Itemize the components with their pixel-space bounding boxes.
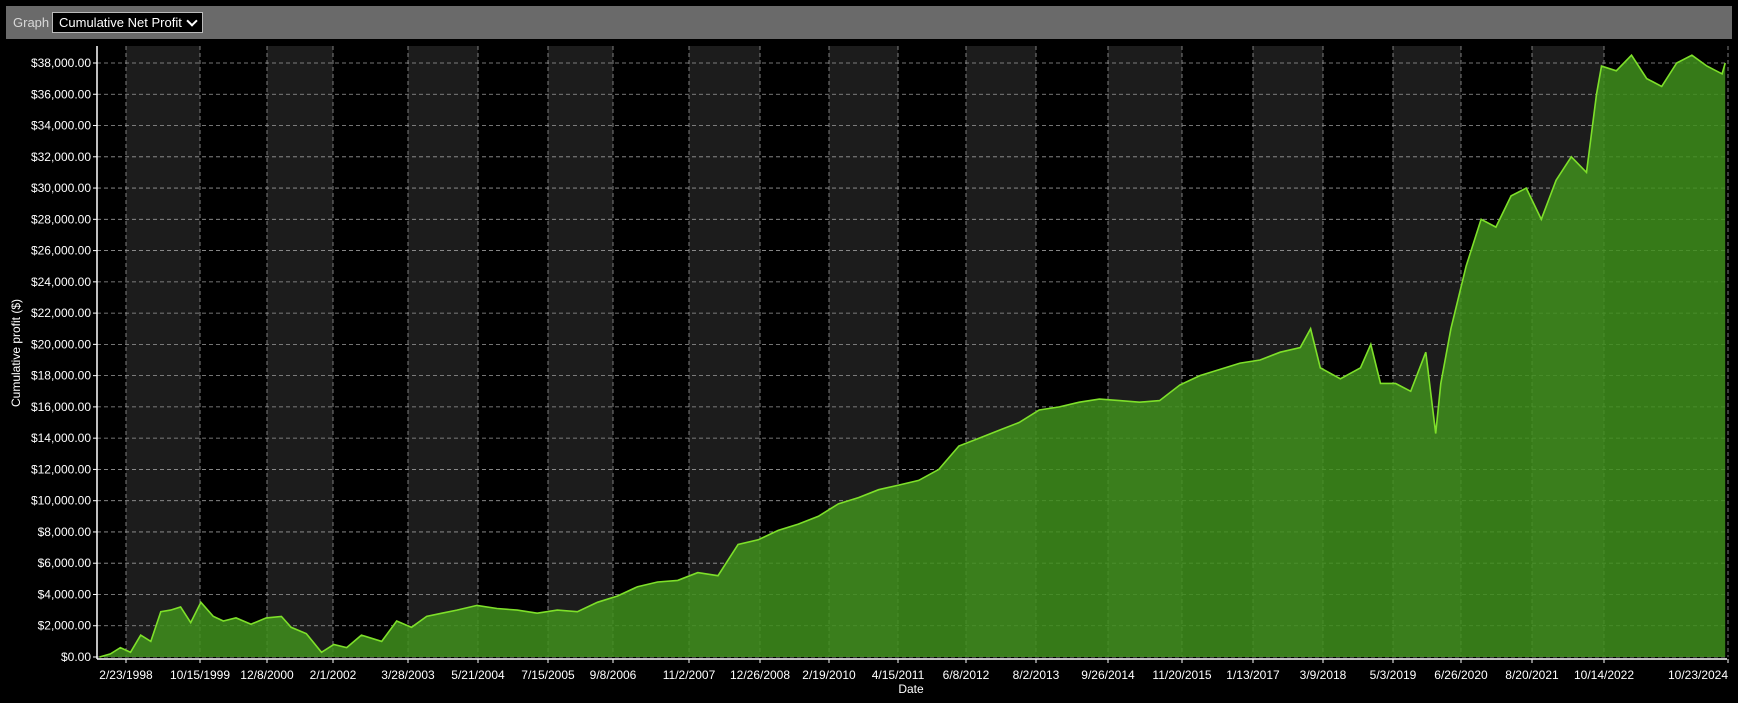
y-tick-label: $34,000.00 bbox=[31, 119, 91, 133]
x-tick-label: 4/15/2011 bbox=[872, 668, 925, 682]
x-tick-label: 11/2/2007 bbox=[663, 668, 716, 682]
x-tick-label: 1/13/2017 bbox=[1226, 668, 1280, 682]
date-band bbox=[267, 46, 333, 657]
y-tick-label: $30,000.00 bbox=[31, 181, 91, 195]
x-tick-label: 8/2/2013 bbox=[1013, 668, 1060, 682]
x-tick-label: 10/23/2024 bbox=[1668, 668, 1728, 682]
y-tick-label: $18,000.00 bbox=[31, 369, 91, 383]
y-tick-label: $36,000.00 bbox=[31, 87, 91, 101]
x-tick-label: 5/21/2004 bbox=[451, 668, 505, 682]
date-band bbox=[126, 46, 200, 657]
y-tick-label: $12,000.00 bbox=[31, 462, 91, 476]
y-tick-label: $10,000.00 bbox=[31, 494, 91, 508]
x-tick-label: 12/8/2000 bbox=[240, 668, 294, 682]
x-tick-label: 12/26/2008 bbox=[730, 668, 790, 682]
x-tick-label: 2/23/1998 bbox=[99, 668, 153, 682]
y-tick-label: $26,000.00 bbox=[31, 244, 91, 258]
x-tick-label: 3/9/2018 bbox=[1300, 668, 1347, 682]
y-axis-title: Cumulative profit ($) bbox=[9, 299, 23, 407]
x-tick-label: 10/15/1999 bbox=[170, 668, 230, 682]
x-tick-label: 8/20/2021 bbox=[1505, 668, 1559, 682]
y-tick-label: $14,000.00 bbox=[31, 431, 91, 445]
y-tick-label: $8,000.00 bbox=[38, 525, 92, 539]
date-band bbox=[548, 46, 613, 657]
x-tick-label: 10/14/2022 bbox=[1574, 668, 1634, 682]
x-tick-label: 7/15/2005 bbox=[521, 668, 575, 682]
y-tick-label: $20,000.00 bbox=[31, 337, 91, 351]
y-tick-label: $32,000.00 bbox=[31, 150, 91, 164]
date-band bbox=[408, 46, 478, 657]
x-tick-label: 2/1/2002 bbox=[310, 668, 357, 682]
profit-area bbox=[99, 55, 1726, 657]
y-tick-label: $16,000.00 bbox=[31, 400, 91, 414]
y-tick-label: $24,000.00 bbox=[31, 275, 91, 289]
x-tick-label: 6/26/2020 bbox=[1434, 668, 1488, 682]
x-tick-label: 3/28/2003 bbox=[381, 668, 435, 682]
x-tick-label: 5/3/2019 bbox=[1370, 668, 1417, 682]
x-tick-label: 2/19/2010 bbox=[802, 668, 856, 682]
x-tick-label: 9/8/2006 bbox=[590, 668, 637, 682]
x-tick-label: 6/8/2012 bbox=[943, 668, 990, 682]
y-tick-label: $2,000.00 bbox=[38, 619, 92, 633]
y-tick-label: $22,000.00 bbox=[31, 306, 91, 320]
x-tick-label: 9/26/2014 bbox=[1081, 668, 1135, 682]
cumulative-profit-chart: $0.00 $2,000.00 $4,000.00 $6,000.00 $8,000.0… bbox=[9, 46, 1729, 696]
x-tick-label: 11/20/2015 bbox=[1152, 668, 1211, 682]
y-tick-label: $38,000.00 bbox=[31, 56, 91, 70]
x-axis-title: Date bbox=[898, 682, 924, 696]
y-tick-label: $0.00 bbox=[61, 650, 91, 664]
y-tick-label: $4,000.00 bbox=[38, 587, 92, 601]
y-tick-label: $28,000.00 bbox=[31, 212, 91, 226]
y-tick-label: $6,000.00 bbox=[38, 556, 92, 570]
